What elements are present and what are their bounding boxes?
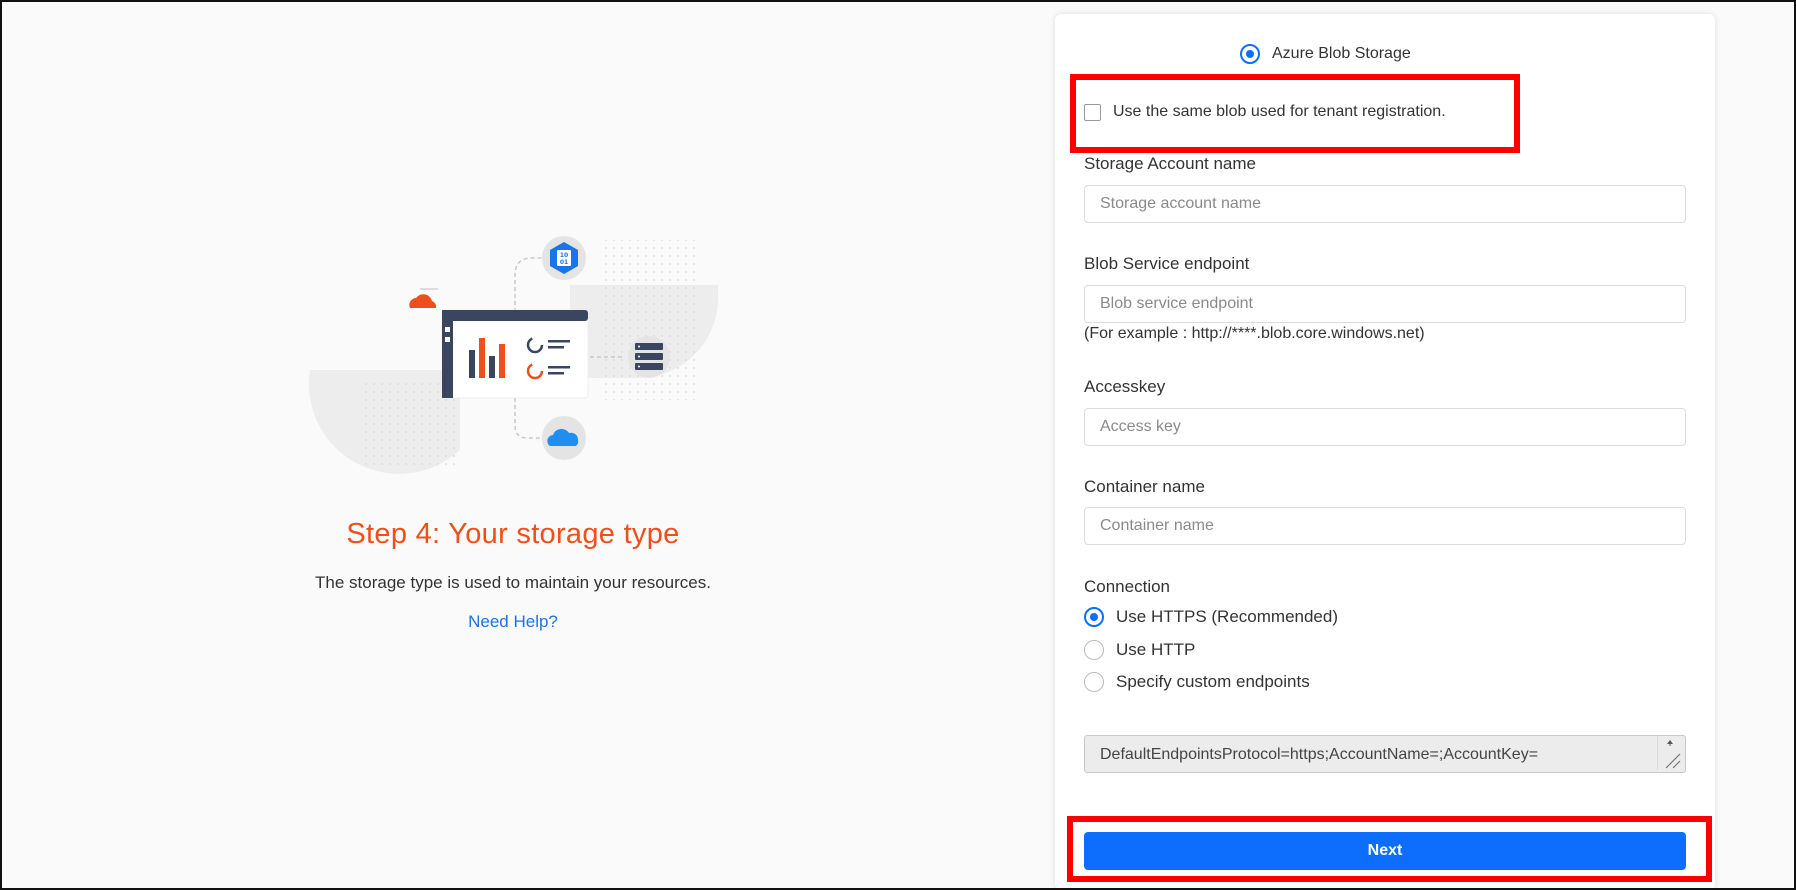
connection-option-https[interactable]: Use HTTPS (Recommended)	[1084, 607, 1338, 627]
access-key-input[interactable]	[1084, 408, 1686, 446]
step-title: Step 4: Your storage type	[346, 518, 680, 550]
blob-endpoint-hint: (For example : http://****.blob.core.win…	[1084, 325, 1425, 342]
azure-blob-radio[interactable]	[1240, 44, 1260, 64]
storage-account-label: Storage Account name	[1084, 154, 1257, 173]
connection-option-http[interactable]: Use HTTP	[1084, 640, 1195, 660]
https-radio[interactable]	[1084, 607, 1104, 627]
connection-string-value: DefaultEndpointsProtocol=https;AccountNa…	[1100, 746, 1539, 763]
access-key-label: Accesskey	[1084, 377, 1166, 396]
custom-endpoints-label: Specify custom endpoints	[1116, 672, 1310, 691]
blob-endpoint-input[interactable]	[1084, 285, 1686, 323]
left-panel: 10 01 Step 4: Your storage type The stor…	[0, 0, 1026, 890]
connection-label: Connection	[1084, 577, 1171, 596]
step-description: The storage type is used to maintain you…	[315, 573, 711, 592]
azure-blob-option[interactable]: Azure Blob Storage	[1240, 44, 1411, 64]
storage-account-input[interactable]	[1084, 185, 1686, 223]
storage-illustration: 10 01	[308, 236, 718, 474]
http-radio[interactable]	[1084, 640, 1104, 660]
custom-endpoints-radio[interactable]	[1084, 672, 1104, 692]
connection-option-custom[interactable]: Specify custom endpoints	[1084, 672, 1310, 692]
storage-form-card: Azure Blob Storage Use the same blob use…	[1055, 14, 1715, 890]
resize-handle-icon[interactable]	[1657, 736, 1683, 770]
http-label: Use HTTP	[1116, 640, 1196, 659]
container-name-input[interactable]	[1084, 507, 1686, 545]
container-name-label: Container name	[1084, 477, 1205, 496]
need-help-link[interactable]: Need Help?	[0, 612, 1026, 632]
blob-endpoint-label: Blob Service endpoint	[1084, 254, 1250, 273]
azure-blob-label: Azure Blob Storage	[1272, 45, 1411, 62]
connection-string-textarea[interactable]: DefaultEndpointsProtocol=https;AccountNa…	[1084, 735, 1686, 773]
same-blob-checkbox[interactable]	[1084, 103, 1101, 121]
same-blob-option[interactable]: Use the same blob used for tenant regist…	[1084, 103, 1446, 121]
svg-text:01: 01	[560, 259, 568, 266]
next-button[interactable]: Next	[1084, 832, 1686, 870]
same-blob-label: Use the same blob used for tenant regist…	[1113, 103, 1446, 120]
svg-text:10: 10	[560, 252, 568, 259]
https-label: Use HTTPS (Recommended)	[1116, 607, 1339, 626]
